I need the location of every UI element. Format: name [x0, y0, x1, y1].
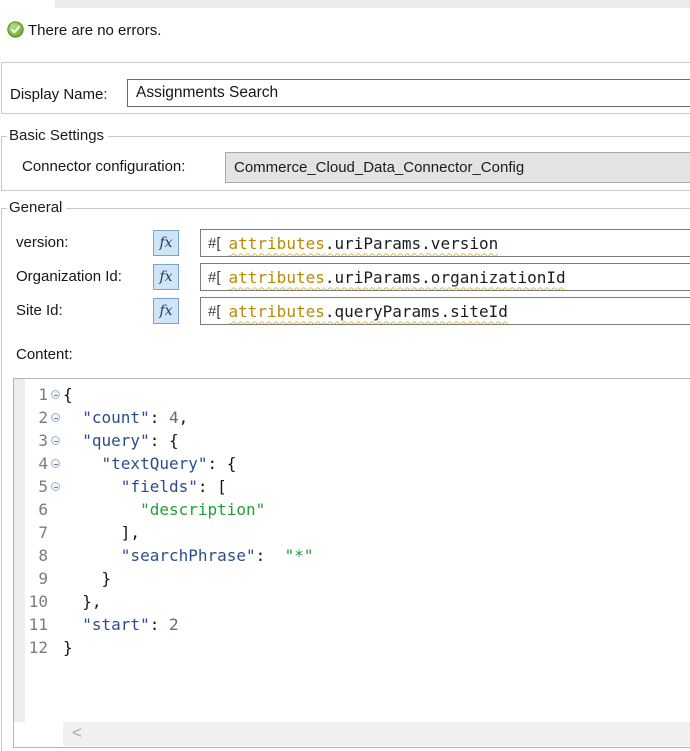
connector-config-label: Connector configuration: — [22, 158, 185, 175]
expression-text: attributes.uriParams.organizationId — [229, 268, 566, 287]
version-label: version: — [16, 229, 69, 257]
version-expression-field[interactable]: #[ attributes.uriParams.version — [200, 229, 690, 257]
connector-config-select[interactable]: Commerce_Cloud_Data_Connector_Config — [225, 152, 690, 183]
expression-text: attributes.uriParams.version — [229, 234, 499, 253]
expression-path: .uriParams.organizationId — [325, 268, 566, 287]
display-name-input[interactable] — [127, 79, 690, 107]
properties-panel: There are no errors. Display Name: Basic… — [0, 0, 690, 751]
general-legend: General — [7, 199, 66, 217]
code-line: 9 } — [25, 567, 313, 590]
code-text: "textQuery": { — [63, 454, 236, 473]
no-errors-icon — [7, 21, 24, 38]
fold-collapse-icon[interactable] — [48, 459, 63, 468]
code-text: { — [63, 385, 73, 404]
fold-collapse-icon[interactable] — [48, 390, 63, 399]
fx-icon: fx — [159, 269, 172, 285]
fx-icon: fx — [159, 303, 172, 319]
chevron-left-icon: < — [72, 723, 82, 742]
site-id-expression-field[interactable]: #[ attributes.queryParams.siteId — [200, 297, 690, 325]
code-line: 1{ — [25, 383, 313, 406]
code-line: 12} — [25, 636, 313, 659]
annotation-ruler — [14, 379, 25, 722]
code-text: "query": { — [63, 431, 179, 450]
organization-id-expression-field[interactable]: #[ attributes.uriParams.organizationId — [200, 263, 690, 291]
code-line: 10 }, — [25, 590, 313, 613]
horizontal-scrollbar[interactable]: < — [63, 722, 690, 746]
code-line: 2 "count": 4, — [25, 406, 313, 429]
code-text: "count": 4, — [63, 408, 188, 427]
code-line: 5 "fields": [ — [25, 475, 313, 498]
code-text: ], — [63, 523, 140, 542]
line-number: 10 — [25, 592, 48, 611]
no-errors-message: There are no errors. — [28, 22, 161, 39]
version-fx-button[interactable]: fx — [153, 230, 179, 256]
code-line: 3 "query": { — [25, 429, 313, 452]
version-row: version: fx #[ attributes.uriParams.vers… — [0, 229, 690, 257]
expression-object: attributes — [229, 302, 325, 321]
site-id-row: Site Id: fx #[ attributes.queryParams.si… — [0, 297, 690, 325]
site-id-label: Site Id: — [16, 297, 63, 325]
expression-prefix: #[ — [208, 235, 221, 252]
expression-prefix: #[ — [208, 269, 221, 286]
line-number: 9 — [25, 569, 48, 588]
code-line: 8 "searchPhrase": "*" — [25, 544, 313, 567]
line-number: 12 — [25, 638, 48, 657]
expression-object: attributes — [229, 234, 325, 253]
organization-id-row: Organization Id: fx #[ attributes.uriPar… — [0, 263, 690, 291]
code-text: "fields": [ — [63, 477, 227, 496]
scroll-left-button[interactable]: < — [63, 723, 82, 745]
code-lines: 1{2 "count": 4,3 "query": {4 "textQuery"… — [25, 383, 313, 659]
organization-id-fx-button[interactable]: fx — [153, 264, 179, 290]
line-number: 6 — [25, 500, 48, 519]
code-text: "description" — [63, 500, 265, 519]
fold-collapse-icon[interactable] — [48, 436, 63, 445]
line-number: 8 — [25, 546, 48, 565]
organization-id-label: Organization Id: — [16, 263, 122, 291]
content-label: Content: — [16, 346, 73, 363]
expression-text: attributes.queryParams.siteId — [229, 302, 508, 321]
display-name-label: Display Name: — [10, 86, 108, 103]
site-id-fx-button[interactable]: fx — [153, 298, 179, 324]
code-line: 6 "description" — [25, 498, 313, 521]
code-text: } — [63, 569, 111, 588]
line-number: 2 — [25, 408, 48, 427]
expression-object: attributes — [229, 268, 325, 287]
code-text: "start": 2 — [63, 615, 179, 634]
line-number: 4 — [25, 454, 48, 473]
line-number: 5 — [25, 477, 48, 496]
code-line: 7 ], — [25, 521, 313, 544]
line-number: 3 — [25, 431, 48, 450]
line-number: 7 — [25, 523, 48, 542]
line-number: 1 — [25, 385, 48, 404]
code-text: }, — [63, 592, 102, 611]
fold-collapse-icon[interactable] — [48, 482, 63, 491]
fold-collapse-icon[interactable] — [48, 413, 63, 422]
code-line: 4 "textQuery": { — [25, 452, 313, 475]
content-code-editor[interactable]: 1{2 "count": 4,3 "query": {4 "textQuery"… — [13, 378, 690, 748]
code-text: "searchPhrase": "*" — [63, 546, 313, 565]
expression-path: .uriParams.version — [325, 234, 498, 253]
basic-settings-legend: Basic Settings — [7, 127, 108, 145]
expression-prefix: #[ — [208, 303, 221, 320]
top-divider — [55, 0, 690, 8]
expression-path: .queryParams.siteId — [325, 302, 508, 321]
fx-icon: fx — [159, 235, 172, 251]
code-line: 11 "start": 2 — [25, 613, 313, 636]
code-text: } — [63, 638, 73, 657]
line-number: 11 — [25, 615, 48, 634]
